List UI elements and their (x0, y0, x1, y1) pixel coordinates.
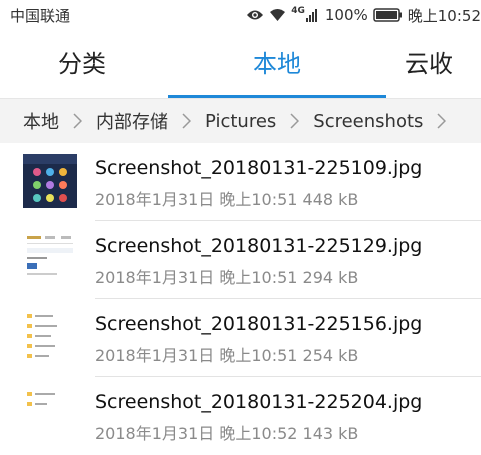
file-name: Screenshot_20180131-225109.jpg (95, 157, 423, 179)
file-row[interactable]: Screenshot_20180131-225129.jpg 2018年1月31… (0, 221, 481, 299)
file-row[interactable]: Screenshot_20180131-225156.jpg 2018年1月31… (0, 299, 481, 377)
tab-cloud-favorites[interactable]: 云收藏 (388, 30, 481, 146)
signal-icon (305, 9, 317, 22)
status-icons: 4G 100% 晚上10:52 (246, 5, 481, 26)
file-meta: 2018年1月31日 晚上10:52 143 kB (95, 424, 359, 443)
eye-icon (247, 10, 264, 20)
breadcrumb-item-pictures[interactable]: Pictures (205, 111, 276, 132)
file-list: Screenshot_20180131-225109.jpg 2018年1月31… (0, 143, 481, 455)
file-thumbnail (23, 154, 77, 208)
file-thumbnail (23, 388, 77, 442)
chevron-right-icon (182, 113, 191, 129)
tab-bar: 分类 本地 云收藏 (0, 30, 481, 146)
chevron-right-icon (73, 113, 82, 129)
file-row[interactable]: Screenshot_20180131-225109.jpg 2018年1月31… (0, 143, 481, 221)
file-name: Screenshot_20180131-225156.jpg (95, 313, 423, 335)
battery-icon (373, 8, 402, 22)
network-type-label: 4G (291, 6, 305, 16)
file-meta: 2018年1月31日 晚上10:51 254 kB (95, 346, 359, 365)
file-name: Screenshot_20180131-225129.jpg (95, 235, 423, 257)
tab-category[interactable]: 分类 (0, 30, 166, 98)
wifi-icon (270, 9, 286, 21)
file-name: Screenshot_20180131-225204.jpg (95, 391, 423, 413)
battery-percent: 100% (324, 6, 368, 24)
clock-label: 晚上10:52 (407, 6, 481, 25)
chevron-right-icon (290, 113, 300, 129)
file-thumbnail (23, 310, 77, 364)
file-thumbnail (23, 232, 77, 286)
status-bar: 中国联通 4G 100% 晚上10:52 (0, 0, 481, 30)
breadcrumb-item-screenshots[interactable]: Screenshots (313, 111, 423, 132)
breadcrumb-item-local[interactable]: 本地 (23, 108, 59, 134)
carrier-label: 中国联通 (10, 6, 71, 25)
breadcrumb-item-internal-storage[interactable]: 内部存储 (96, 108, 168, 134)
chevron-right-icon (437, 113, 447, 129)
file-meta: 2018年1月31日 晚上10:51 448 kB (95, 190, 359, 209)
breadcrumb: 本地 内部存储 Pictures Screenshots (0, 99, 481, 143)
tab-local[interactable]: 本地 (166, 30, 388, 98)
file-meta: 2018年1月31日 晚上10:51 294 kB (95, 268, 359, 287)
file-row[interactable]: Screenshot_20180131-225204.jpg 2018年1月31… (0, 377, 481, 455)
